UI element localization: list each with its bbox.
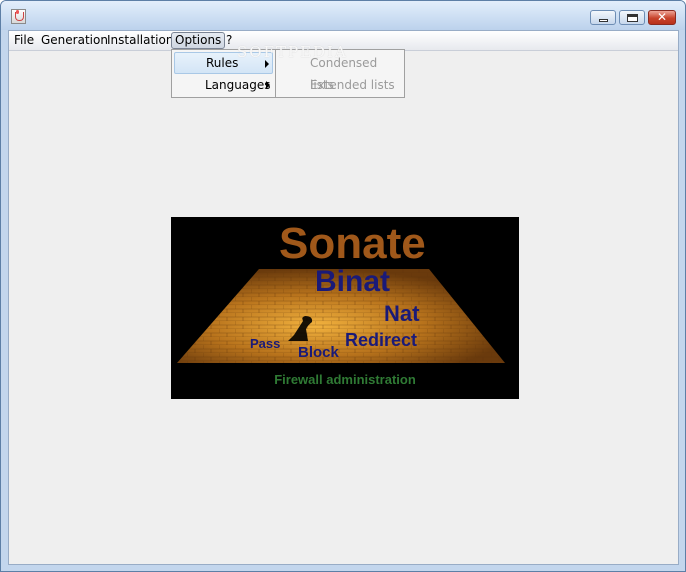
menu-item-languages[interactable]: Languages <box>174 74 273 96</box>
splash-subtitle: Firewall administration <box>274 372 416 387</box>
title-bar[interactable] <box>1 1 685 30</box>
menu-installation[interactable]: Installation <box>104 32 176 49</box>
splash-word-pass: Pass <box>250 336 281 351</box>
menu-file[interactable]: File <box>11 32 37 49</box>
splash-word-redirect: Redirect <box>345 330 418 350</box>
splash-word-block: Block <box>298 344 339 361</box>
menu-options[interactable]: Options <box>171 32 226 49</box>
main-content-area: File Generation Installation Options ? R… <box>8 30 679 565</box>
submenu-arrow-icon <box>265 60 269 68</box>
java-app-icon[interactable] <box>11 9 26 24</box>
menu-item-label: Languages <box>205 78 271 92</box>
splash-title: Sonate <box>279 219 426 268</box>
splash-word-binat: Binat <box>315 265 390 298</box>
minimize-button[interactable] <box>590 10 616 25</box>
watermark-text: SOFTPEDIA <box>237 43 348 61</box>
close-button[interactable] <box>648 10 676 25</box>
menu-help[interactable]: ? <box>223 32 235 49</box>
menu-item-label: Rules <box>206 56 239 70</box>
app-window: File Generation Installation Options ? R… <box>0 0 686 572</box>
menu-generation[interactable]: Generation <box>38 32 111 49</box>
submenu-arrow-icon <box>266 81 270 89</box>
maximize-button[interactable] <box>619 10 645 25</box>
menu-item-extended-lists[interactable]: Extended lists <box>278 74 402 96</box>
splash-word-nat: Nat <box>384 301 420 326</box>
splash-image: Sonate Binat Nat Redirect Block Pass Fir… <box>171 217 519 399</box>
